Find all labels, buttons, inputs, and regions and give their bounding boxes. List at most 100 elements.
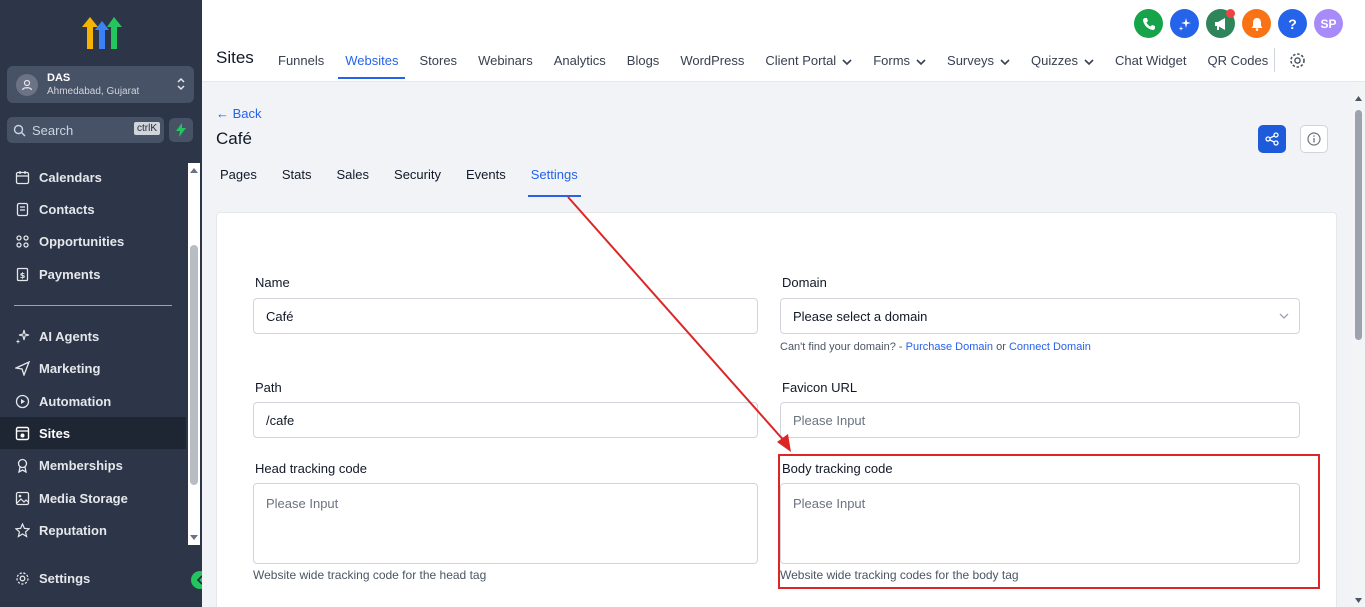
tab-events[interactable]: Events [466,167,506,182]
sidebar-item-sites[interactable]: Sites [0,417,186,449]
announcements-button[interactable] [1206,9,1235,38]
calendar-icon [14,169,30,185]
sidebar-item-settings[interactable]: Settings [0,562,186,594]
tab-client-portal[interactable]: Client Portal [765,52,852,68]
sidebar-item-ai-agents[interactable]: AI Agents [0,320,186,352]
sidebar-item-label: AI Agents [39,328,100,344]
tab-stores[interactable]: Stores [419,52,457,68]
sidebar-item-memberships[interactable]: Memberships [0,449,186,481]
sidebar-scroll-thumb[interactable] [190,245,198,485]
main-content: ← Back Café Pages Stats Sales Security E… [202,82,1352,607]
domain-label: Domain [782,275,827,290]
search-icon [13,124,26,137]
annotation-highlight-box [778,454,1320,589]
tab-stats[interactable]: Stats [282,167,312,182]
quick-action-button[interactable] [169,118,193,142]
sites-icon [14,425,30,441]
phone-button[interactable] [1134,9,1163,38]
share-icon [1265,132,1279,146]
sidebar-item-media-storage[interactable]: Media Storage [0,482,186,514]
page-scroll-thumb[interactable] [1355,110,1362,340]
user-icon [16,73,38,96]
sidebar-divider [14,305,172,306]
image-icon [14,490,30,506]
sidebar-item-automation[interactable]: Automation [0,385,186,417]
award-icon [14,457,30,473]
automation-icon [14,393,30,409]
sidebar-item-payments[interactable]: $ Payments [0,258,186,290]
tab-security[interactable]: Security [394,167,441,182]
megaphone-icon [1214,17,1228,31]
notifications-button[interactable] [1242,9,1271,38]
back-link[interactable]: ← Back [216,106,262,121]
sidebar-item-calendars[interactable]: Calendars [0,161,186,193]
account-location: Ahmedabad, Gujarat [47,85,140,97]
search-shortcut: ctrlK [134,122,160,135]
tab-forms[interactable]: Forms [873,52,926,68]
help-button[interactable]: ? [1278,9,1307,38]
domain-select[interactable]: Please select a domain [780,298,1300,334]
page-title: Café [216,129,252,148]
ai-assistant-button[interactable] [1170,9,1199,38]
path-input[interactable]: /cafe [253,402,758,438]
sidebar-item-label: Sites [39,425,71,441]
favicon-input[interactable]: Please Input [780,402,1300,438]
tab-pages[interactable]: Pages [220,167,257,182]
domain-select-value: Please select a domain [793,308,928,324]
tab-sales[interactable]: Sales [337,167,370,182]
name-input[interactable]: Café [253,298,758,334]
domain-hint-or: or [993,341,1009,353]
tab-chat-widget[interactable]: Chat Widget [1115,52,1187,68]
share-button[interactable] [1258,125,1286,153]
tab-funnels[interactable]: Funnels [278,52,324,68]
info-button[interactable] [1300,125,1328,153]
gear-icon [14,570,30,586]
svg-text:$: $ [19,271,25,280]
top-actions: ? SP [1134,9,1343,38]
gear-icon [1289,52,1306,69]
purchase-domain-link[interactable]: Purchase Domain [906,341,993,353]
bell-icon [1250,17,1264,31]
account-name: DAS [47,71,71,84]
sites-settings-button[interactable] [1289,52,1306,69]
app-logo [82,15,122,51]
account-switcher[interactable]: DAS Ahmedabad, Gujarat [7,66,194,103]
chevron-down-icon [916,53,926,68]
domain-hint-text: Can't find your domain? - [780,341,906,353]
contacts-icon [14,201,30,217]
search-bar[interactable]: Search ctrlK [7,117,164,143]
ai-sparkle-icon [1178,17,1192,31]
section-title: Sites [216,48,254,67]
tab-analytics[interactable]: Analytics [554,52,606,68]
user-avatar[interactable]: SP [1314,9,1343,38]
chevron-updown-icon [176,74,186,99]
tab-settings[interactable]: Settings [527,167,581,197]
sidebar-item-contacts[interactable]: Contacts [0,193,186,225]
info-icon [1307,132,1321,146]
tab-blogs[interactable]: Blogs [627,52,660,68]
sidebar-item-label: Contacts [39,201,95,217]
sidebar-item-label: Payments [39,266,101,282]
tab-qr-codes[interactable]: QR Codes [1208,52,1269,68]
domain-hint: Can't find your domain? - Purchase Domai… [780,341,1091,353]
search-label: Search [32,122,74,138]
tab-webinars[interactable]: Webinars [478,52,533,68]
sidebar-item-label: Marketing [39,360,101,376]
sidebar-item-marketing[interactable]: Marketing [0,352,186,384]
tab-quizzes[interactable]: Quizzes [1031,52,1094,68]
send-icon [14,360,30,376]
sidebar-item-reputation[interactable]: Reputation [0,514,186,546]
tab-wordpress[interactable]: WordPress [680,52,744,68]
connect-domain-link[interactable]: Connect Domain [1009,341,1091,353]
tab-websites[interactable]: Websites [338,52,406,79]
avatar-initials: SP [1320,16,1337,31]
sidebar-item-label: Automation [39,393,112,409]
sidebar-item-opportunities[interactable]: Opportunities [0,225,186,257]
notification-dot [1226,9,1235,18]
tab-surveys[interactable]: Surveys [947,52,1010,68]
chevron-down-icon [842,53,852,68]
sidebar-item-label: Calendars [39,169,102,185]
head-tracking-textarea[interactable]: Please Input [253,483,758,564]
sidebar-item-label: Memberships [39,457,123,473]
nav-separator [1274,48,1275,72]
